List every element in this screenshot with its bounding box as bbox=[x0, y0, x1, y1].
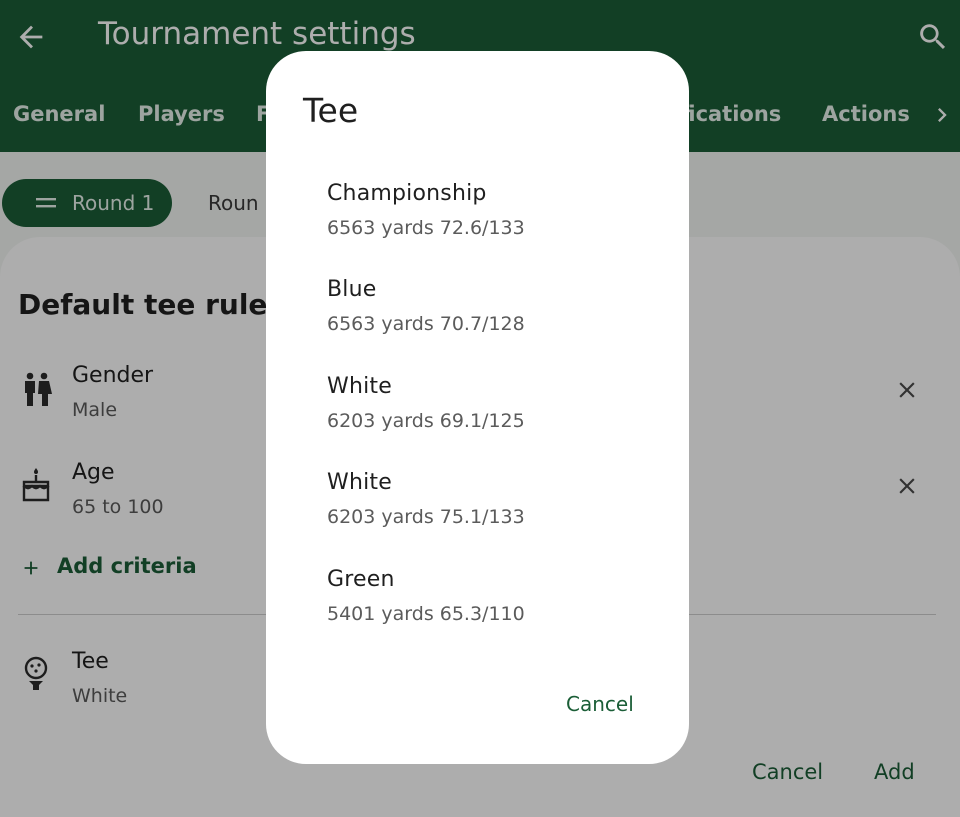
tee-option-green[interactable]: Green 5401 yards 65.3/110 bbox=[266, 557, 689, 651]
tee-option-detail: 6563 yards 70.7/128 bbox=[327, 313, 525, 335]
tee-option-name: White bbox=[327, 374, 392, 399]
dialog-title: Tee bbox=[303, 91, 359, 130]
tee-option-name: Green bbox=[327, 567, 395, 592]
tee-option-name: Blue bbox=[327, 277, 377, 302]
dialog-cancel-button[interactable]: Cancel bbox=[566, 692, 634, 716]
tee-option-white-2[interactable]: White 6203 yards 75.1/133 bbox=[266, 460, 689, 554]
tee-option-detail: 6203 yards 75.1/133 bbox=[327, 506, 525, 528]
tee-option-name: Championship bbox=[327, 181, 487, 206]
tee-option-detail: 6563 yards 72.6/133 bbox=[327, 217, 525, 239]
tee-option-detail: 5401 yards 65.3/110 bbox=[327, 603, 525, 625]
tee-option-championship[interactable]: Championship 6563 yards 72.6/133 bbox=[266, 171, 689, 265]
tee-option-white-1[interactable]: White 6203 yards 69.1/125 bbox=[266, 364, 689, 458]
tee-option-detail: 6203 yards 69.1/125 bbox=[327, 410, 525, 432]
tee-dialog: Tee Championship 6563 yards 72.6/133 Blu… bbox=[266, 51, 689, 764]
tee-option-name: White bbox=[327, 470, 392, 495]
tee-option-blue[interactable]: Blue 6563 yards 70.7/128 bbox=[266, 267, 689, 361]
